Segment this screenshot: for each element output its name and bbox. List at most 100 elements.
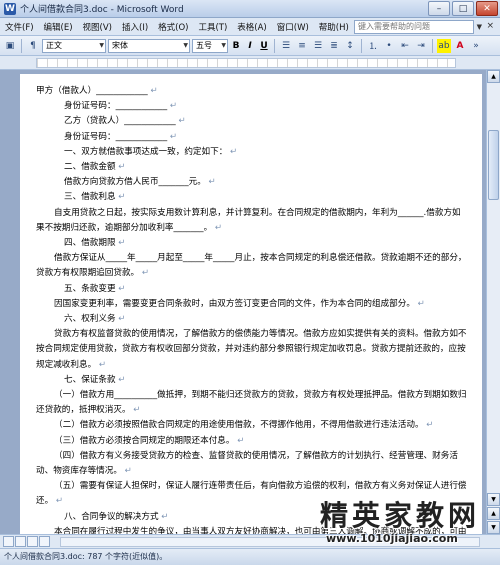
paragraph-mark-icon: ↵ xyxy=(167,101,178,112)
paragraph-mark-icon: ↵ xyxy=(115,314,126,325)
window-title: 个人间借款合同3.doc - Microsoft Word xyxy=(20,5,184,15)
document-paragraph[interactable]: 借款方保证从_____年_____月起至_____年_____月止，按本合同规定… xyxy=(36,251,468,281)
document-paragraph[interactable]: （二）借款方必须按照借款合同规定的用途使用借款，不得挪作他用，不得用借款进行违法… xyxy=(36,418,468,433)
menu-bar: 文件(F) 编辑(E) 视图(V) 插入(I) 格式(O) 工具(T) 表格(A… xyxy=(0,18,500,36)
increase-indent-icon[interactable]: ⇥ xyxy=(414,39,428,53)
chevron-down-icon: ▼ xyxy=(99,41,104,49)
document-paragraph[interactable]: 身份证号码：____________ ↵ xyxy=(36,99,468,114)
formatting-toolbar: ▣ ¶ 正文 ▼ 宋体 ▼ 五号 ▼ B I U ☰ ≡ ☰ ≣ ↕ ⒈ • ⇤… xyxy=(0,36,500,56)
font-size-select[interactable]: 五号 ▼ xyxy=(192,38,228,53)
document-paragraph[interactable]: 贷款方有权监督贷款的使用情况，了解借款方的偿债能力等情况。借款方应如实提供有关的… xyxy=(36,327,468,373)
paragraph-mark-icon: ↵ xyxy=(115,283,126,294)
paragraph-mark-icon: ↵ xyxy=(139,268,150,279)
paragraph-mark-icon: ↵ xyxy=(414,298,425,309)
align-left-icon[interactable]: ☰ xyxy=(279,39,293,53)
styles-pane-icon[interactable]: ¶ xyxy=(26,39,40,53)
document-paragraph[interactable]: （四）借款方有义务接受贷款方的检查、监督贷款的使用情况，了解借款方的计划执行、经… xyxy=(36,449,468,479)
style-value: 正文 xyxy=(46,40,62,50)
document-paragraph[interactable]: 三、借款利息 ↵ xyxy=(36,190,468,205)
paragraph-mark-icon: ↵ xyxy=(423,420,434,431)
style-select[interactable]: 正文 ▼ xyxy=(42,38,106,53)
word-app-icon: W xyxy=(4,2,16,15)
paragraph-mark-icon: ↵ xyxy=(115,238,126,249)
toolbar-options-icon[interactable]: » xyxy=(469,39,483,53)
web-layout-icon[interactable] xyxy=(15,536,26,547)
document-paragraph[interactable]: 四、借款期限 ↵ xyxy=(36,236,468,251)
paragraph-mark-icon: ↵ xyxy=(158,511,169,522)
document-paragraph[interactable]: 乙方（贷款人）____________ ↵ xyxy=(36,114,468,129)
help-search-input[interactable]: 键入需要帮助的问题 xyxy=(354,20,474,34)
print-layout-icon[interactable] xyxy=(27,536,38,547)
minimize-button[interactable]: – xyxy=(428,1,450,16)
paragraph-mark-icon: ↵ xyxy=(130,405,141,416)
menu-window[interactable]: 窗口(W) xyxy=(272,21,314,33)
menu-view[interactable]: 视图(V) xyxy=(78,21,117,33)
paragraph-mark-icon: ↵ xyxy=(167,131,178,142)
save-icon[interactable]: ▣ xyxy=(3,39,17,53)
toolbar-divider xyxy=(361,38,362,53)
document-body[interactable]: 甲方（借款人）____________ ↵ 身份证号码：____________ … xyxy=(36,84,468,534)
decrease-indent-icon[interactable]: ⇤ xyxy=(398,39,412,53)
toolbar-divider xyxy=(274,38,275,53)
line-spacing-icon[interactable]: ↕ xyxy=(343,39,357,53)
align-right-icon[interactable]: ☰ xyxy=(311,39,325,53)
document-page[interactable]: 甲方（借款人）____________ ↵ 身份证号码：____________ … xyxy=(20,74,482,534)
menu-edit[interactable]: 编辑(E) xyxy=(39,21,78,33)
font-value: 宋体 xyxy=(112,40,128,50)
italic-button[interactable]: I xyxy=(244,41,256,51)
normal-view-icon[interactable] xyxy=(3,536,14,547)
font-select[interactable]: 宋体 ▼ xyxy=(108,38,190,53)
menu-file[interactable]: 文件(F) xyxy=(0,21,39,33)
menu-tools[interactable]: 工具(T) xyxy=(193,21,232,33)
document-paragraph[interactable]: 五、条款变更 ↵ xyxy=(36,282,468,297)
paragraph-mark-icon: ↵ xyxy=(227,146,238,157)
close-button[interactable]: ✕ xyxy=(476,1,498,16)
chevron-down-icon[interactable]: ▼ xyxy=(477,23,482,31)
highlight-button[interactable]: ab xyxy=(437,38,451,53)
ruler-track[interactable] xyxy=(36,58,456,68)
menu-help[interactable]: 帮助(H) xyxy=(314,21,354,33)
chevron-down-icon: ▼ xyxy=(221,41,226,49)
menu-insert[interactable]: 插入(I) xyxy=(117,21,153,33)
scroll-up-icon[interactable]: ▲ xyxy=(487,70,500,83)
document-paragraph[interactable]: 六、权利义务 ↵ xyxy=(36,312,468,327)
paragraph-mark-icon: ↵ xyxy=(115,162,126,173)
bullets-icon[interactable]: • xyxy=(382,39,396,53)
outline-view-icon[interactable] xyxy=(39,536,50,547)
paragraph-mark-icon: ↵ xyxy=(147,86,158,96)
chevron-down-icon: ▼ xyxy=(183,41,188,49)
document-area: 甲方（借款人）____________ ↵ 身份证号码：____________ … xyxy=(0,70,486,534)
document-paragraph[interactable]: （三）借款方必须按合同规定的期限还本付息。 ↵ xyxy=(36,434,468,449)
ruler-ticks xyxy=(37,59,455,67)
document-paragraph[interactable]: 一、双方就借款事项达成一致，约定如下： ↵ xyxy=(36,145,468,160)
toolbar-divider xyxy=(432,38,433,53)
document-paragraph[interactable]: 身份证号码：____________ ↵ xyxy=(36,130,468,145)
font-color-button[interactable]: A xyxy=(453,39,467,53)
justify-icon[interactable]: ≣ xyxy=(327,39,341,53)
vertical-scrollbar[interactable]: ▲ ▼ ▲ ▼ xyxy=(486,70,500,534)
document-paragraph[interactable]: 借款方向贷款方借人民币_______元。 ↵ xyxy=(36,175,468,190)
watermark-text: 精英家教网 xyxy=(320,499,481,532)
numbering-icon[interactable]: ⒈ xyxy=(366,39,380,53)
menu-format[interactable]: 格式(O) xyxy=(153,21,193,33)
watermark-url: www.1010jiajiao.com xyxy=(326,532,458,545)
bold-button[interactable]: B xyxy=(230,41,242,51)
document-paragraph[interactable]: 自支用贷款之日起，按实际支用数计算利息，并计算复利。在合同规定的借款期内，年利为… xyxy=(36,206,468,236)
document-paragraph[interactable]: 二、借款金额 ↵ xyxy=(36,160,468,175)
horizontal-ruler xyxy=(0,56,500,70)
title-bar: W 个人间借款合同3.doc - Microsoft Word – □ ✕ xyxy=(0,0,500,18)
paragraph-mark-icon: ↵ xyxy=(212,222,223,233)
document-paragraph[interactable]: 七、保证条款 ↵ xyxy=(36,373,468,388)
maximize-button[interactable]: □ xyxy=(452,1,474,16)
menu-table[interactable]: 表格(A) xyxy=(232,21,271,33)
document-close-icon[interactable]: × xyxy=(486,21,494,31)
scroll-thumb[interactable] xyxy=(488,130,499,200)
document-paragraph[interactable]: （一）借款方用__________做抵押，到期不能归还贷款方的贷款，贷款方有权处… xyxy=(36,388,468,418)
align-center-icon[interactable]: ≡ xyxy=(295,39,309,53)
paragraph-mark-icon: ↵ xyxy=(115,374,126,385)
document-paragraph[interactable]: 甲方（借款人）____________ ↵ xyxy=(36,84,468,99)
paragraph-mark-icon: ↵ xyxy=(234,435,245,446)
underline-button[interactable]: U xyxy=(258,41,270,51)
paragraph-mark-icon: ↵ xyxy=(205,177,216,188)
document-paragraph[interactable]: 因国家变更利率，需要变更合同条款时，由双方签订变更合同的文件，作为本合同的组成部… xyxy=(36,297,468,312)
